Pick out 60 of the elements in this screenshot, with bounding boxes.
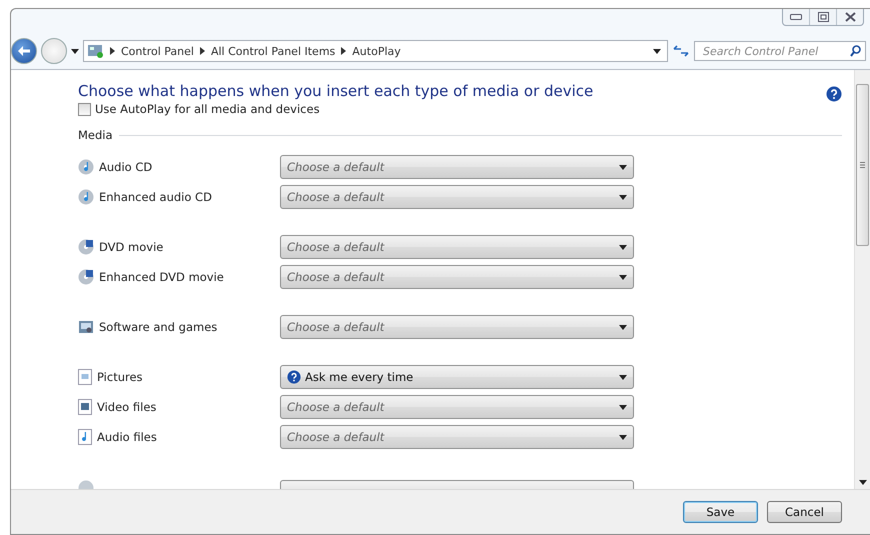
caret-icon — [619, 194, 627, 200]
help-icon — [287, 370, 301, 384]
caret-icon — [71, 48, 79, 54]
back-arrow-icon — [18, 46, 30, 56]
action-dropdown[interactable]: Choose a default — [280, 395, 634, 419]
chevron-icon — [200, 47, 205, 55]
action-dropdown[interactable]: Choose a default — [280, 425, 634, 449]
search-box[interactable]: Search Control Panel — [694, 41, 866, 61]
chevron-icon — [110, 47, 115, 55]
page-heading: Choose what happens when you insert each type of media or device — [78, 82, 594, 100]
disc-icon — [78, 239, 94, 255]
breadcrumb[interactable]: AutoPlay — [352, 44, 401, 58]
audio-file-icon — [78, 429, 92, 445]
caret-icon — [619, 324, 627, 330]
caret-icon — [619, 274, 627, 280]
action-dropdown[interactable]: Choose a default — [280, 155, 634, 179]
video-file-icon — [78, 399, 92, 415]
media-label: Enhanced audio CD — [99, 190, 212, 204]
media-label: Audio CD — [99, 160, 152, 174]
maximize-icon[interactable] — [818, 12, 828, 22]
caret-icon — [619, 374, 627, 380]
dialog-button[interactable]: Cancel — [767, 501, 842, 523]
media-label: Audio files — [97, 430, 157, 444]
action-dropdown[interactable]: Choose a default — [280, 185, 634, 209]
media-label: DVD movie — [99, 240, 164, 254]
caret-icon — [653, 48, 661, 54]
caret-icon — [619, 164, 627, 170]
caret-icon — [619, 434, 627, 440]
control-panel-icon — [88, 44, 104, 58]
action-dropdown[interactable]: Choose a default — [280, 315, 634, 339]
dialog-button[interactable]: Save — [683, 501, 758, 523]
disc-icon — [78, 159, 94, 175]
caret-icon — [619, 244, 627, 250]
media-label: Pictures — [97, 370, 143, 384]
disc-icon — [78, 269, 94, 285]
help-icon — [826, 86, 842, 102]
media-label: Software and games — [99, 320, 218, 334]
action-dropdown[interactable]: Choose a default — [280, 235, 634, 259]
action-dropdown[interactable]: Ask me every time — [280, 365, 634, 389]
disc-icon — [78, 189, 94, 205]
scrollbar[interactable] — [854, 70, 870, 489]
breadcrumb[interactable]: Control Panel — [121, 44, 194, 58]
media-label: Video files — [97, 400, 156, 414]
section-label: Media — [78, 128, 113, 142]
caret-icon — [858, 480, 866, 485]
caret-icon — [619, 404, 627, 410]
breadcrumb[interactable]: All Control Panel Items — [210, 44, 336, 58]
minimize-icon[interactable] — [790, 14, 802, 20]
media-label: Enhanced DVD movie — [99, 270, 224, 284]
close-icon[interactable] — [844, 12, 856, 22]
action-dropdown[interactable]: Choose a default — [280, 265, 634, 289]
grip-icon — [860, 162, 865, 168]
search-icon — [850, 45, 861, 57]
software-icon — [78, 319, 94, 335]
address-bar[interactable]: Control Panel All Control Panel Items AutoPlay — [83, 40, 668, 62]
chevron-icon — [341, 47, 346, 55]
back-button[interactable] — [11, 38, 37, 64]
image-file-icon — [78, 369, 92, 385]
autoplay-checkbox[interactable]: Use AutoPlay for all media and devices — [78, 102, 854, 116]
refresh-icon[interactable] — [672, 43, 690, 59]
